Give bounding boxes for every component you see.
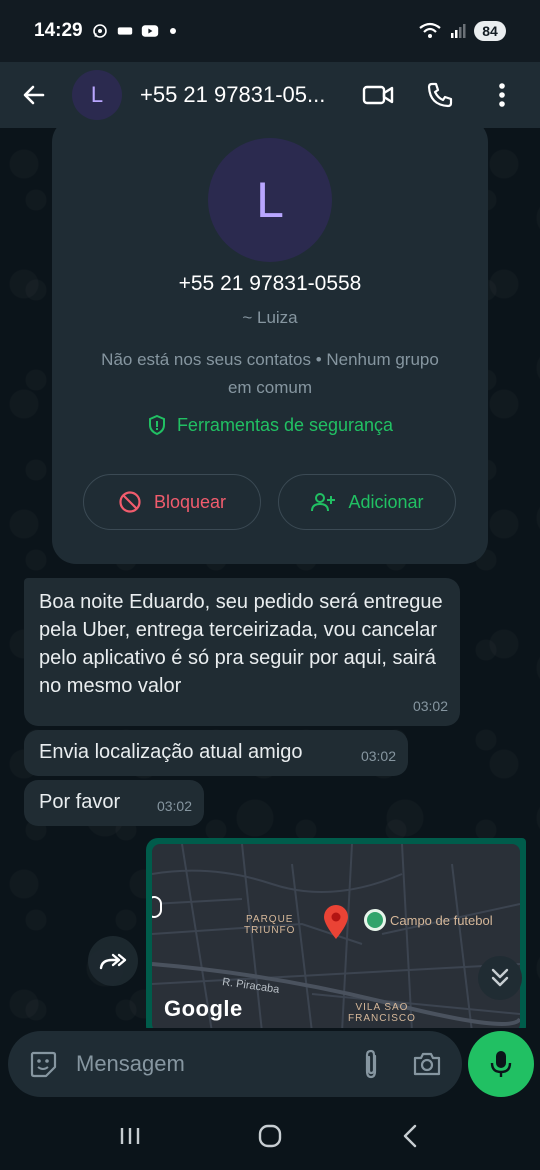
forward-button[interactable] bbox=[88, 936, 138, 986]
shield-icon bbox=[148, 414, 165, 436]
chat-header: L +55 21 97831-05... bbox=[0, 62, 540, 128]
message-bubble[interactable]: Boa noite Eduardo, seu pedido será entre… bbox=[24, 578, 460, 726]
map-area-label: VILA SAO FRANCISCO bbox=[348, 1002, 416, 1024]
wifi-icon bbox=[419, 22, 441, 38]
add-label: Adicionar bbox=[348, 491, 424, 512]
location-pin-icon bbox=[322, 904, 350, 945]
card-contact-name: ~ Luiza bbox=[242, 308, 298, 327]
block-label: Bloquear bbox=[153, 491, 227, 512]
sticker-smile-icon bbox=[30, 1051, 57, 1078]
message-text: Boa noite Eduardo, seu pedido será entre… bbox=[39, 591, 443, 697]
block-icon bbox=[119, 491, 141, 513]
chevron-left-icon bbox=[403, 1124, 417, 1148]
status-time: 14:29 bbox=[34, 20, 83, 41]
emoji-button[interactable] bbox=[26, 1047, 60, 1081]
add-person-icon bbox=[311, 493, 336, 512]
chat-area[interactable]: L +55 21 97831-0558 ~ Luiza Não está nos… bbox=[0, 128, 540, 1028]
battery-indicator: 84 bbox=[474, 21, 506, 41]
voice-message-button[interactable] bbox=[468, 1031, 534, 1097]
google-logo: Google bbox=[164, 996, 243, 1021]
contact-info-card: L +55 21 97831-0558 ~ Luiza Não está nos… bbox=[52, 128, 488, 564]
safety-tools-label: Ferramentas de segurança bbox=[176, 414, 394, 435]
message-text: Envia localização atual amigo bbox=[39, 741, 303, 763]
scroll-to-bottom-button[interactable] bbox=[478, 956, 522, 1000]
status-right: 84 bbox=[418, 21, 506, 41]
message-bubble[interactable]: Envia localização atual amigo 03:02 bbox=[24, 730, 408, 776]
recent-apps-icon bbox=[120, 1128, 140, 1144]
message-time: 03:02 bbox=[412, 698, 448, 714]
more-notifications-dot bbox=[169, 28, 176, 34]
forward-icon bbox=[99, 953, 127, 970]
contact-avatar[interactable]: L bbox=[72, 70, 122, 120]
chevron-double-down-icon bbox=[491, 968, 509, 987]
back-nav-button[interactable] bbox=[385, 1116, 435, 1156]
message-input[interactable]: Mensagem bbox=[8, 1031, 462, 1097]
message-time: 03:02 bbox=[360, 748, 396, 764]
map-poi: Campo de futebol bbox=[364, 909, 493, 931]
camera-button[interactable] bbox=[410, 1047, 444, 1081]
recent-apps-button[interactable] bbox=[105, 1116, 155, 1156]
compose-bar: Mensagem bbox=[0, 1028, 540, 1102]
home-button[interactable] bbox=[245, 1116, 295, 1156]
add-contact-button[interactable]: Adicionar bbox=[278, 474, 456, 530]
attach-button[interactable] bbox=[354, 1047, 388, 1081]
notification-icons bbox=[91, 23, 176, 39]
status-bar: 14:29 84 bbox=[0, 0, 540, 62]
whatsapp-icon bbox=[92, 24, 107, 38]
back-button[interactable] bbox=[14, 75, 54, 115]
message-placeholder: Mensagem bbox=[76, 1051, 185, 1076]
video-call-button[interactable] bbox=[362, 79, 394, 111]
block-button[interactable]: Bloquear bbox=[83, 474, 261, 530]
signal-icon bbox=[451, 24, 466, 38]
camera-icon bbox=[413, 1052, 441, 1076]
contact-title[interactable]: +55 21 97831-05... bbox=[140, 82, 340, 108]
arrow-left-icon bbox=[23, 85, 45, 105]
card-avatar: L bbox=[208, 138, 332, 262]
voice-call-button[interactable] bbox=[424, 79, 456, 111]
more-options-button[interactable] bbox=[486, 79, 518, 111]
message-bubble[interactable]: Por favor 03:02 bbox=[24, 780, 204, 826]
map-poi-label: Campo de futebol bbox=[390, 912, 493, 928]
more-vertical-icon bbox=[499, 83, 505, 107]
phone-icon bbox=[427, 82, 453, 108]
header-actions bbox=[362, 79, 518, 111]
safety-tools-link[interactable]: Ferramentas de segurança bbox=[52, 414, 488, 436]
location-message[interactable]: PARQUE TRIUNFO VILA SAO FRANCISCO Campo … bbox=[146, 838, 526, 1028]
message-time: 03:02 bbox=[156, 798, 192, 814]
map-area-label: PARQUE TRIUNFO bbox=[244, 914, 296, 936]
paperclip-icon bbox=[365, 1049, 377, 1079]
youtube-icon bbox=[141, 25, 158, 37]
system-nav-bar bbox=[0, 1102, 540, 1170]
card-contact-status: Não está nos seus contatos • Nenhum grup… bbox=[101, 350, 439, 397]
map-poi-icon bbox=[364, 909, 386, 931]
home-icon bbox=[258, 1124, 282, 1148]
app-notification-icon bbox=[117, 27, 132, 35]
map-preview[interactable]: PARQUE TRIUNFO VILA SAO FRANCISCO Campo … bbox=[152, 844, 520, 1028]
message-text: Por favor bbox=[39, 791, 121, 813]
microphone-icon bbox=[490, 1051, 512, 1077]
card-phone-number: +55 21 97831-0558 bbox=[178, 272, 362, 295]
video-camera-icon bbox=[362, 85, 394, 105]
